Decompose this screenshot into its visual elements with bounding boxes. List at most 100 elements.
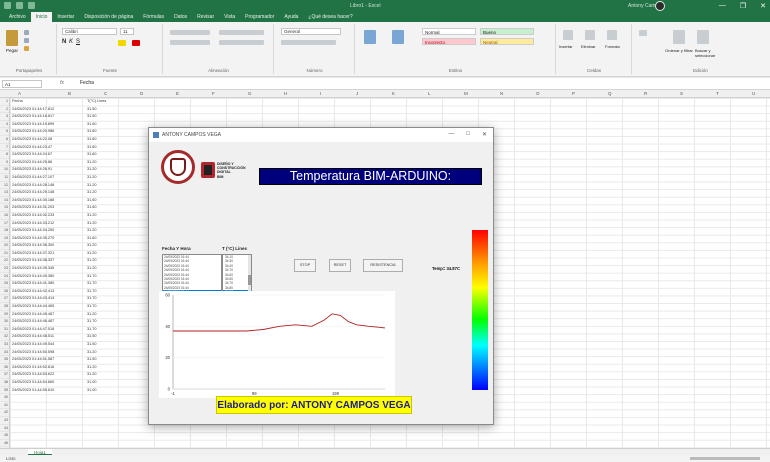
cell-date[interactable]: 24/05/2023 01:44:34.250 [12, 227, 87, 235]
autosum-icon[interactable] [639, 30, 647, 36]
cell-date[interactable]: 24/05/2023 01:44:24.67 [12, 151, 87, 159]
table-row[interactable]: 24/05/2023 01:44:37.321 31.20 [12, 250, 122, 258]
table-row[interactable]: 24/05/2023 01:44:39.345 31.20 [12, 265, 122, 273]
italic-button[interactable]: K [69, 39, 73, 45]
row-header[interactable]: 13 [0, 189, 9, 197]
cell-temp[interactable]: 31.60 [87, 197, 117, 205]
table-row[interactable]: 24/05/2023 01:44:28.148 31.20 [12, 182, 122, 190]
row-header[interactable]: 32 [0, 333, 9, 341]
row-header[interactable]: 19 [0, 235, 9, 243]
close-button[interactable]: ✕ [760, 2, 766, 10]
resistencia-button[interactable]: RESISTENCIA [363, 259, 403, 272]
ribbon-tab[interactable]: Archivo [4, 12, 31, 22]
cell-date[interactable]: 24/05/2023 01:44:37.321 [12, 250, 87, 258]
row-header[interactable]: 17 [0, 220, 9, 228]
table-row[interactable]: 24/05/2023 01:44:26.91 31.20 [12, 166, 122, 174]
cell-temp[interactable]: 31.60 [87, 121, 117, 129]
cell-temp[interactable]: 31.50 [87, 333, 117, 341]
column-header[interactable]: T [716, 91, 719, 96]
table-row[interactable]: 24/05/2023 01:44:22.08 31.60 [12, 136, 122, 144]
fill-color-icon[interactable] [118, 40, 126, 46]
table-row[interactable]: 24/05/2023 01:44:49.544 31.50 [12, 341, 122, 349]
bold-button[interactable]: N [62, 39, 66, 45]
format-painter-icon[interactable] [24, 46, 29, 51]
column-header[interactable]: H [284, 91, 287, 96]
table-row[interactable]: 24/05/2023 01:44:20.986 31.60 [12, 128, 122, 136]
name-box[interactable]: A1 [2, 80, 42, 88]
table-row[interactable]: 24/05/2023 01:44:54.660 31.00 [12, 379, 122, 387]
zoom-slider[interactable] [690, 457, 760, 460]
data-cells[interactable]: Fecha T(°C) Lines 24/05/2023 01:44:17.812 3… [12, 98, 122, 394]
table-row[interactable]: 24/05/2023 01:44:45.487 31.20 [12, 311, 122, 319]
column-header[interactable]: M [464, 91, 468, 96]
cell-temp[interactable]: 31.20 [87, 189, 117, 197]
row-header[interactable]: 43 [0, 417, 9, 425]
cell-temp[interactable]: 31.20 [87, 242, 117, 250]
ribbon-tab[interactable]: Ayuda [279, 12, 303, 22]
fx-icon[interactable]: fx [60, 80, 64, 86]
delete-cells-icon[interactable] [585, 30, 595, 40]
close-button[interactable]: ✕ [482, 131, 487, 138]
find-select-button[interactable]: Buscar y seleccionar [695, 48, 731, 58]
cell-temp[interactable]: 31.70 [87, 295, 117, 303]
row-header[interactable]: 24 [0, 273, 9, 281]
table-row[interactable]: 24/05/2023 01:44:52.616 31.20 [12, 364, 122, 372]
merge-center-button[interactable] [219, 40, 264, 45]
column-header[interactable]: B [68, 91, 71, 96]
sort-filter-icon[interactable] [673, 30, 685, 44]
cell-date[interactable]: 24/05/2023 01:44:55.610 [12, 387, 87, 395]
paste-icon[interactable] [6, 30, 18, 46]
cell-date[interactable]: 24/05/2023 01:44:30.188 [12, 197, 87, 205]
row-header[interactable]: 10 [0, 166, 9, 174]
row-header[interactable]: 28 [0, 303, 9, 311]
ribbon-tab[interactable]: Disposición de página [79, 12, 138, 22]
style-good[interactable]: Bueno [480, 28, 534, 35]
table-row[interactable]: 24/05/2023 01:44:23.47 31.60 [12, 144, 122, 152]
table-row[interactable]: 24/05/2023 01:44:51.587 31.50 [12, 356, 122, 364]
column-header[interactable]: I [320, 91, 321, 96]
cell-date[interactable]: 24/05/2023 01:44:45.487 [12, 311, 87, 319]
row-header[interactable]: 14 [0, 197, 9, 205]
table-row[interactable]: 24/05/2023 01:44:44.465 31.70 [12, 303, 122, 311]
cell-temp[interactable]: 31.70 [87, 303, 117, 311]
row-header[interactable]: 35 [0, 356, 9, 364]
cell-temp[interactable]: 31.60 [87, 136, 117, 144]
table-row[interactable]: 24/05/2023 01:44:30.188 31.60 [12, 197, 122, 205]
column-header[interactable]: C [104, 91, 107, 96]
font-name-select[interactable]: Calibri [62, 28, 117, 35]
row-header[interactable]: 20 [0, 242, 9, 250]
table-row[interactable]: 24/05/2023 01:44:27.107 31.20 [12, 174, 122, 182]
cell-date[interactable]: 24/05/2023 01:44:43.414 [12, 295, 87, 303]
underline-button[interactable]: S [76, 39, 80, 45]
cell-temp[interactable]: 31.20 [87, 364, 117, 372]
align-horizontal-icons[interactable] [170, 40, 210, 45]
cell-date[interactable]: 24/05/2023 01:44:17.812 [12, 106, 87, 114]
cell-temp[interactable]: 31.50 [87, 356, 117, 364]
table-row[interactable]: 24/05/2023 01:44:25.86 31.20 [12, 159, 122, 167]
cell-date[interactable]: 24/05/2023 01:44:23.47 [12, 144, 87, 152]
cell-date[interactable]: 24/05/2023 01:44:54.660 [12, 379, 87, 387]
column-header[interactable]: O [536, 91, 540, 96]
column-header[interactable]: E [176, 91, 179, 96]
ribbon-tab[interactable]: Programador [240, 12, 279, 22]
redo-icon[interactable] [28, 2, 35, 9]
cell-temp[interactable]: 31.70 [87, 326, 117, 334]
cell-date[interactable]: 24/05/2023 01:44:51.587 [12, 356, 87, 364]
cell-temp[interactable]: 31.20 [87, 174, 117, 182]
find-icon[interactable] [697, 30, 709, 44]
cell-date[interactable]: 24/05/2023 01:44:35.270 [12, 235, 87, 243]
cell-date[interactable]: 24/05/2023 01:44:36.300 [12, 242, 87, 250]
cell-date[interactable]: Fecha [12, 98, 87, 106]
cell-temp[interactable]: 31.50 [87, 113, 117, 121]
table-row[interactable]: 24/05/2023 01:44:18.817 31.50 [12, 113, 122, 121]
ribbon-tab[interactable]: Datos [169, 12, 192, 22]
table-row[interactable]: 24/05/2023 01:44:43.414 31.70 [12, 295, 122, 303]
cell-temp[interactable]: 31.60 [87, 204, 117, 212]
table-row[interactable]: 24/05/2023 01:44:46.487 31.70 [12, 318, 122, 326]
row-header[interactable]: 21 [0, 250, 9, 258]
column-header[interactable]: N [500, 91, 503, 96]
font-size-select[interactable]: 11 [120, 28, 134, 35]
stop-button[interactable]: STOP [294, 259, 316, 272]
delete-button[interactable]: Eliminar [581, 44, 595, 49]
cell-temp[interactable]: 31.70 [87, 280, 117, 288]
